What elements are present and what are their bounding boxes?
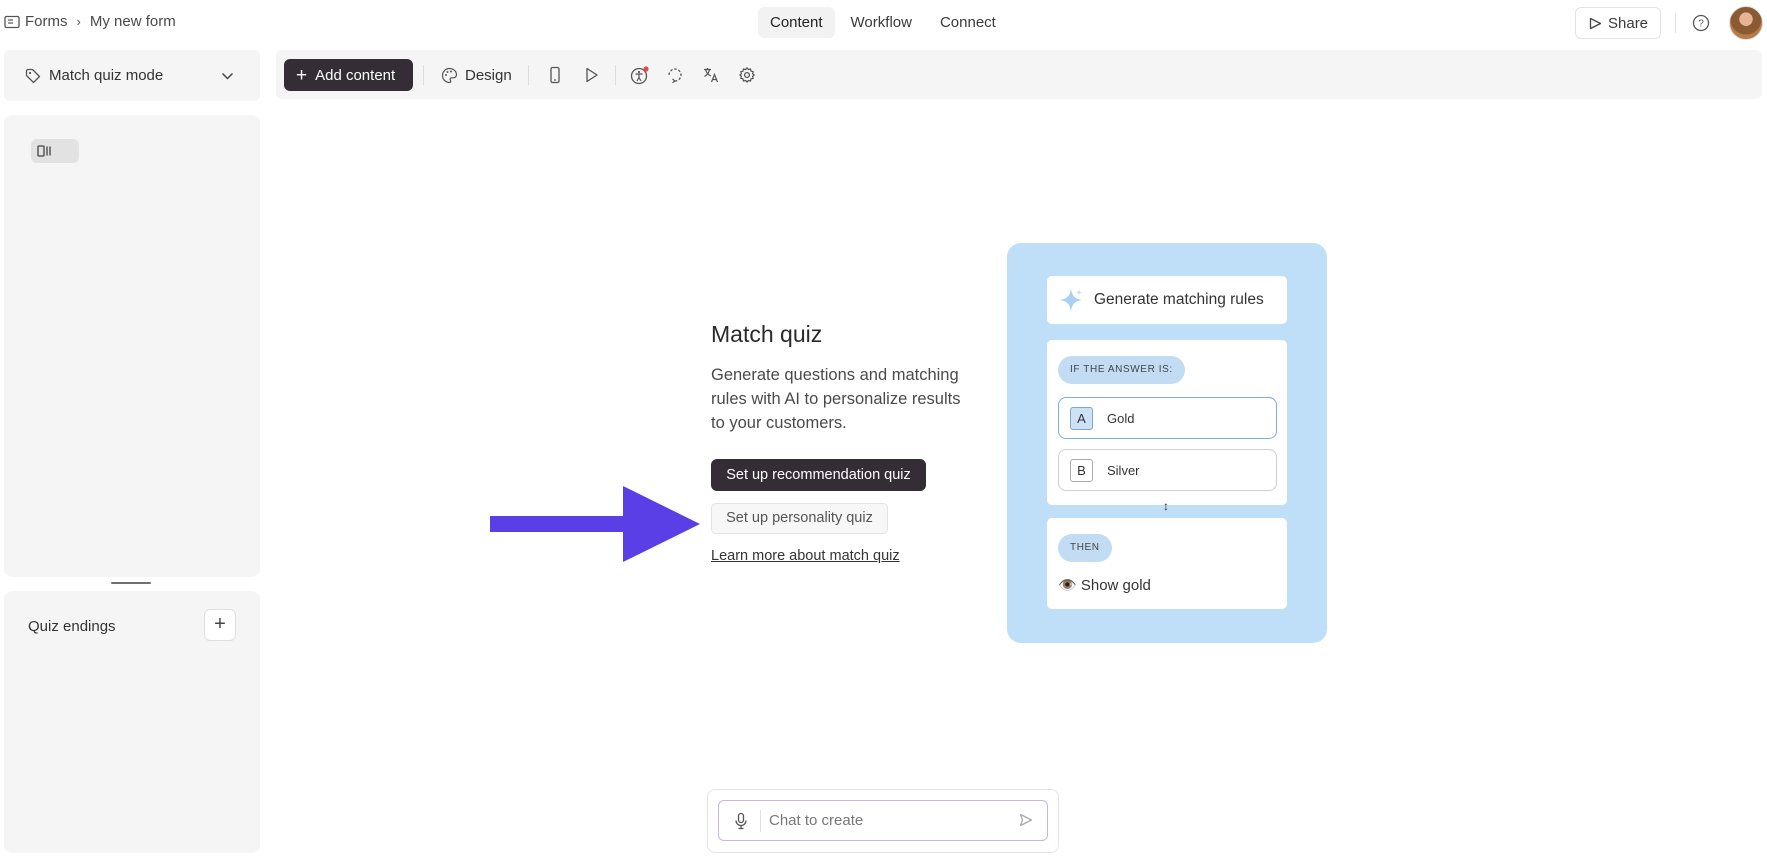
chat-composer: Chat to create	[707, 789, 1059, 853]
share-button[interactable]: Share	[1575, 7, 1661, 39]
design-label: Design	[465, 66, 512, 84]
answer-option-b: B Silver	[1058, 449, 1277, 491]
editor-toolbar: + Add content Design	[276, 50, 1762, 99]
tag-icon	[25, 68, 41, 84]
send-icon	[1589, 17, 1602, 29]
result-card: THEN 👁️ Show gold	[1047, 518, 1287, 609]
chat-divider	[760, 809, 761, 832]
toolbar-divider	[615, 65, 616, 85]
translate-icon[interactable]	[702, 66, 720, 84]
design-button[interactable]: Design	[441, 59, 512, 91]
main-nav-tabs: Content Workflow Connect	[758, 7, 1012, 38]
breadcrumb: Forms › My new form	[4, 13, 176, 30]
quiz-mode-select[interactable]: Match quiz mode	[4, 50, 260, 101]
question-list-panel	[4, 115, 260, 577]
toolbar-divider	[528, 65, 529, 85]
option-label: Gold	[1107, 410, 1135, 426]
mobile-preview-icon[interactable]	[546, 66, 564, 84]
then-badge: THEN	[1058, 534, 1112, 562]
send-icon[interactable]	[1019, 813, 1033, 832]
play-preview-icon[interactable]	[582, 66, 600, 84]
add-content-button[interactable]: + Add content	[284, 59, 413, 91]
breadcrumb-forms-link[interactable]: Forms	[25, 13, 68, 30]
palette-icon	[441, 67, 458, 83]
learn-more-link[interactable]: Learn more about match quiz	[711, 548, 900, 564]
match-quiz-illustration: Generate matching rules IF THE ANSWER IS…	[1007, 243, 1327, 643]
quiz-endings-label: Quiz endings	[28, 618, 116, 635]
if-answer-badge: IF THE ANSWER IS:	[1058, 356, 1185, 384]
generate-rules-card: Generate matching rules	[1047, 276, 1287, 324]
arrow-pointer-icon	[490, 486, 700, 562]
connector-icon: ↕	[1163, 499, 1169, 513]
tab-connect[interactable]: Connect	[928, 7, 1008, 38]
tab-workflow[interactable]: Workflow	[839, 7, 924, 38]
toolbar-divider	[423, 65, 424, 85]
tab-content[interactable]: Content	[758, 7, 835, 38]
panel-resize-handle[interactable]	[111, 582, 151, 584]
condition-card: IF THE ANSWER IS: A Gold B Silver	[1047, 340, 1287, 505]
add-content-label: Add content	[315, 66, 396, 84]
columns-icon	[37, 145, 51, 157]
gear-icon[interactable]	[738, 66, 756, 84]
logic-flow-icon[interactable]	[666, 66, 684, 84]
page-title: Match quiz	[711, 321, 823, 347]
setup-personality-quiz-button[interactable]: Set up personality quiz	[711, 503, 888, 534]
quiz-endings-panel: Quiz endings +	[4, 591, 260, 853]
page-description: Generate questions and matching rules wi…	[711, 366, 961, 432]
setup-recommendation-quiz-button[interactable]: Set up recommendation quiz	[711, 459, 926, 491]
option-key: A	[1070, 406, 1093, 430]
sparkle-icon	[1059, 288, 1083, 312]
top-bar: Forms › My new form Content Workflow Con…	[0, 0, 1767, 46]
chat-input-field[interactable]: Chat to create	[718, 800, 1048, 841]
plus-icon: +	[296, 64, 308, 86]
avatar[interactable]	[1729, 6, 1763, 40]
option-label: Silver	[1107, 462, 1140, 478]
panel-view-toggle[interactable]	[31, 139, 79, 163]
svg-text:?: ?	[1698, 19, 1704, 30]
breadcrumb-current[interactable]: My new form	[90, 13, 176, 30]
forms-icon	[4, 15, 20, 29]
accessibility-icon[interactable]	[630, 66, 649, 85]
quiz-mode-label: Match quiz mode	[49, 67, 164, 84]
share-label: Share	[1608, 14, 1649, 32]
option-key: B	[1070, 458, 1093, 482]
add-ending-button[interactable]: +	[204, 609, 236, 641]
header-divider	[1675, 13, 1676, 33]
help-icon[interactable]: ?	[1692, 14, 1710, 37]
breadcrumb-separator: ›	[76, 14, 81, 29]
chat-placeholder: Chat to create	[769, 812, 864, 829]
answer-option-a: A Gold	[1058, 397, 1277, 439]
generate-rules-label: Generate matching rules	[1094, 291, 1264, 308]
result-text: 👁️ Show gold	[1058, 577, 1151, 594]
microphone-icon[interactable]	[734, 812, 748, 830]
chevron-down-icon	[221, 68, 234, 85]
